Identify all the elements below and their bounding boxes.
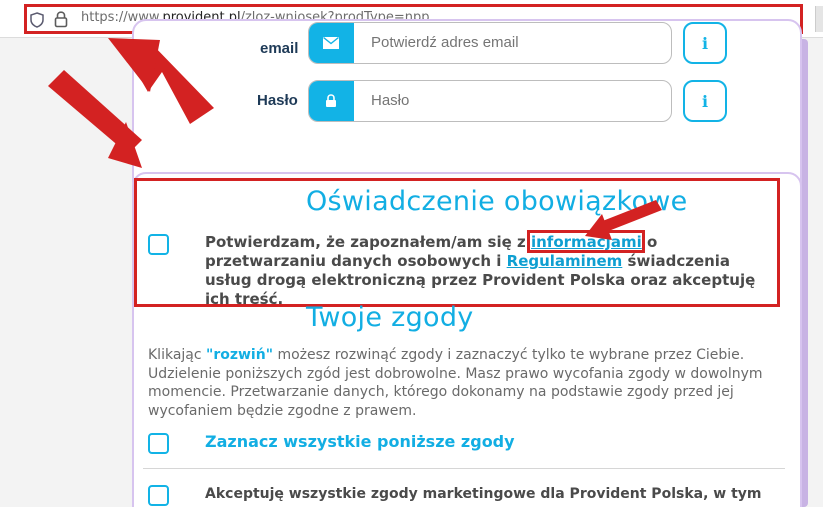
- email-label: email: [260, 40, 299, 57]
- padlock-icon: [309, 81, 354, 121]
- consents-title: Twoje zgody: [306, 302, 474, 333]
- select-all-checkbox[interactable]: [148, 433, 169, 454]
- marketing-checkbox[interactable]: [148, 485, 169, 506]
- marketing-consent-label: Akceptuję wszystkie zgody marketingowe d…: [205, 486, 762, 502]
- email-field[interactable]: [308, 22, 672, 64]
- info-icon: i: [701, 91, 709, 111]
- password-field[interactable]: [308, 80, 672, 122]
- envelope-icon: [309, 23, 354, 63]
- toolbar-edge: [815, 6, 823, 32]
- consents-intro: Klikając "rozwiń" możesz rozwinąć zgody …: [148, 347, 763, 419]
- email-input[interactable]: [371, 34, 651, 51]
- divider: [143, 468, 785, 469]
- annotation-highlight-declaration: [134, 178, 780, 307]
- select-all-label[interactable]: Zaznacz wszystkie poniższe zgody: [205, 432, 515, 451]
- expand-keyword: "rozwiń": [206, 347, 273, 363]
- password-input[interactable]: [371, 92, 651, 109]
- password-info-button[interactable]: i: [683, 80, 727, 122]
- info-icon: i: [701, 33, 709, 53]
- email-info-button[interactable]: i: [683, 22, 727, 64]
- password-label: Hasło: [257, 92, 298, 109]
